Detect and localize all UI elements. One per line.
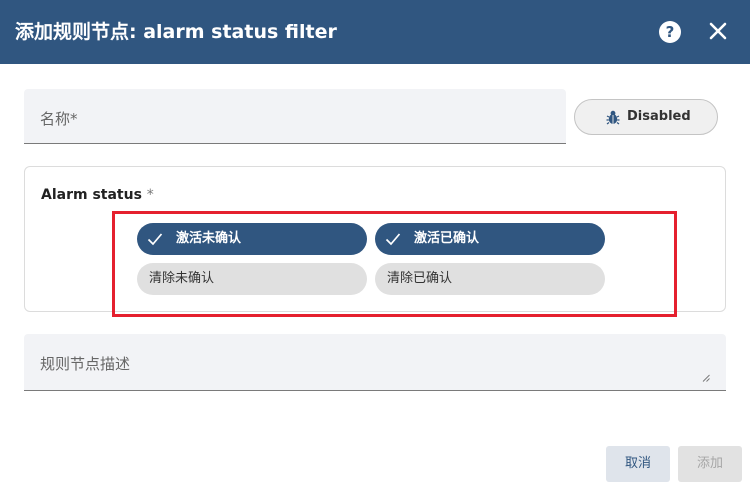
- bug-icon: [606, 110, 620, 125]
- alarm-status-label: Alarm status *: [41, 187, 154, 203]
- chip-active-unacknowledged[interactable]: 激活未确认: [137, 223, 367, 255]
- debug-mode-button[interactable]: Disabled: [574, 99, 718, 135]
- resize-handle-icon[interactable]: [702, 374, 710, 382]
- help-icon[interactable]: ?: [659, 21, 681, 43]
- chip-active-acknowledged[interactable]: 激活已确认: [375, 223, 605, 255]
- dialog-title: 添加规则节点: alarm status filter: [15, 21, 337, 43]
- alarm-status-text: Alarm status: [41, 187, 142, 203]
- check-icon: [385, 233, 401, 246]
- name-placeholder: 名称*: [40, 110, 78, 128]
- chip-label: 清除未确认: [149, 271, 215, 286]
- chip-cleared-unacknowledged[interactable]: 清除未确认: [137, 263, 367, 295]
- chip-label: 激活已确认: [414, 231, 480, 246]
- dialog-header: 添加规则节点: alarm status filter ?: [0, 0, 750, 64]
- chip-label: 激活未确认: [176, 231, 242, 246]
- chip-cleared-acknowledged[interactable]: 清除已确认: [375, 263, 605, 295]
- debug-mode-label: Disabled: [627, 109, 691, 124]
- check-icon: [147, 233, 163, 246]
- description-field[interactable]: 规则节点描述: [24, 334, 726, 391]
- add-button: 添加: [678, 446, 742, 482]
- add-rule-node-dialog: 添加规则节点: alarm status filter ? 名称* Disabl…: [0, 0, 750, 490]
- chip-label: 清除已确认: [387, 271, 453, 286]
- name-field[interactable]: 名称*: [24, 89, 566, 144]
- description-placeholder: 规则节点描述: [40, 355, 131, 373]
- cancel-button[interactable]: 取消: [606, 446, 670, 482]
- close-icon[interactable]: [706, 19, 730, 43]
- required-mark: *: [146, 187, 154, 203]
